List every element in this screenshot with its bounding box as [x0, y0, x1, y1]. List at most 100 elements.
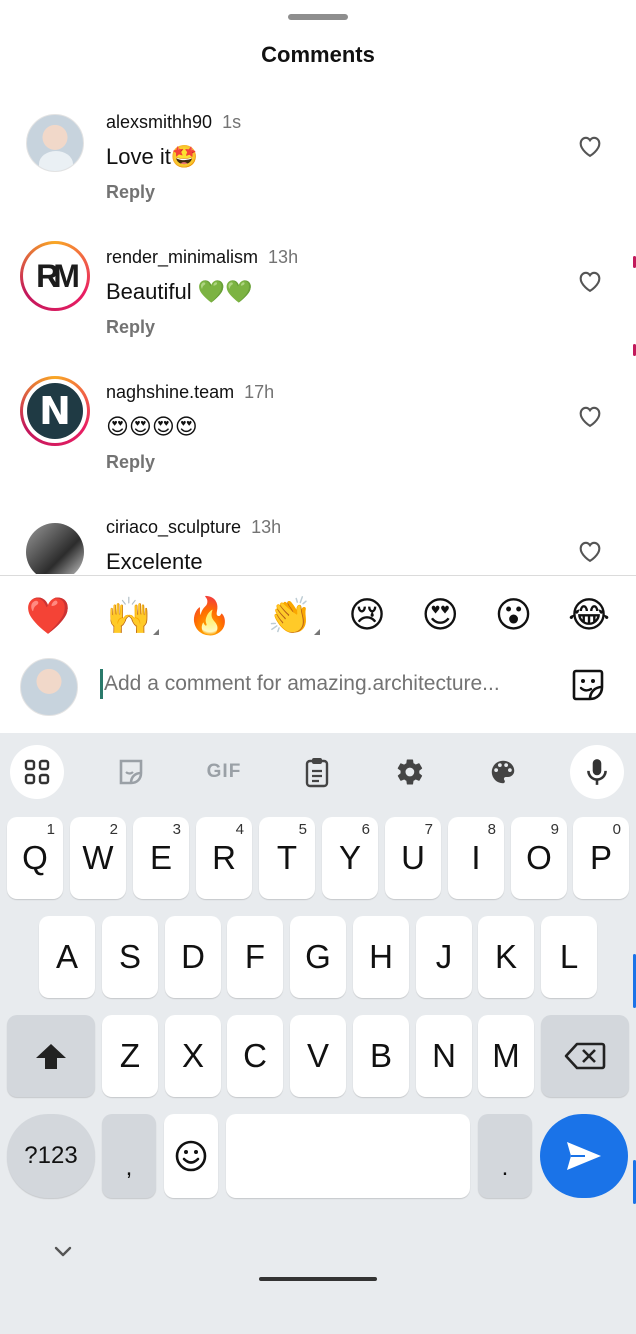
key-l[interactable]: L — [541, 916, 597, 998]
key-g[interactable]: G — [290, 916, 346, 998]
comment-meta: alexsmithh90 1s — [106, 112, 241, 133]
space-key[interactable] — [226, 1114, 470, 1198]
timestamp: 1s — [222, 112, 242, 132]
comment-meta: ciriaco_sculpture 13h — [106, 517, 281, 538]
key-t[interactable]: T5 — [259, 817, 315, 899]
comma-key[interactable]: , — [102, 1114, 156, 1198]
sticker-icon[interactable] — [568, 665, 608, 705]
key-d[interactable]: D — [165, 916, 221, 998]
clipboard-icon[interactable] — [290, 745, 344, 799]
quick-emoji-bar: ❤️ 🙌 🔥 👏 😢 😍 😮 😂 — [0, 575, 636, 655]
key-r[interactable]: R4 — [196, 817, 252, 899]
comments-list[interactable]: alexsmithh90 1s Love it🤩 Reply RM render_… — [0, 96, 636, 574]
keyboard: GIF Q1 W2 E3 R4 T5 Y6 U7 I8 O9 P0 A S D … — [0, 733, 636, 1334]
username[interactable]: render_minimalism — [106, 247, 258, 267]
my-avatar — [20, 658, 78, 716]
comment-text: Excelente — [106, 549, 203, 574]
comment-text: Love it🤩 — [106, 144, 199, 169]
reply-button[interactable]: Reply — [106, 182, 155, 203]
key-a[interactable]: A — [39, 916, 95, 998]
comment-item: RM render_minimalism 13h Beautiful 💚💚 Rep… — [0, 231, 636, 366]
comment-input[interactable] — [104, 667, 544, 701]
heart-icon[interactable] — [576, 537, 604, 565]
key-u[interactable]: U7 — [385, 817, 441, 899]
key-j[interactable]: J — [416, 916, 472, 998]
sheet-title: Comments — [261, 42, 375, 67]
emoji-key[interactable] — [164, 1114, 218, 1198]
apps-grid-icon[interactable] — [10, 745, 64, 799]
reply-button[interactable]: Reply — [106, 317, 155, 338]
comment-input-row — [0, 655, 636, 732]
emoji-raised-hands[interactable]: 🙌 — [106, 595, 160, 637]
heart-icon[interactable] — [576, 402, 604, 430]
username[interactable]: alexsmithh90 — [106, 112, 212, 132]
key-v[interactable]: V — [290, 1015, 346, 1097]
avatar[interactable]: N — [20, 376, 90, 446]
emoji-heart-eyes[interactable]: 😍 — [421, 595, 459, 636]
gif-icon[interactable]: GIF — [197, 745, 251, 799]
avatar[interactable]: RM — [20, 241, 90, 311]
send-icon — [567, 1142, 601, 1170]
key-e[interactable]: E3 — [133, 817, 189, 899]
key-w[interactable]: W2 — [70, 817, 126, 899]
key-k[interactable]: K — [478, 916, 534, 998]
avatar-logo: RM — [27, 248, 83, 304]
backspace-icon — [564, 1042, 606, 1070]
emoji-laughing[interactable]: 😂 — [568, 595, 610, 636]
key-q[interactable]: Q1 — [7, 817, 63, 899]
text-caret — [100, 669, 103, 699]
key-z[interactable]: Z — [102, 1015, 158, 1097]
username[interactable]: naghshine.team — [106, 382, 234, 402]
shift-icon — [36, 1044, 66, 1069]
timestamp: 13h — [251, 517, 282, 537]
key-c[interactable]: C — [227, 1015, 283, 1097]
emoji-heart[interactable]: ❤️ — [26, 595, 71, 637]
key-h[interactable]: H — [353, 916, 409, 998]
comment-item: N naghshine.team 17h 😍😍😍😍 Reply — [0, 366, 636, 501]
navigation-bar[interactable] — [259, 1277, 377, 1281]
key-x[interactable]: X — [165, 1015, 221, 1097]
comments-sheet: Comments alexsmithh90 1s Love it🤩 Reply R… — [0, 0, 636, 732]
avatar[interactable] — [26, 114, 84, 172]
key-m[interactable]: M — [478, 1015, 534, 1097]
key-s[interactable]: S — [102, 916, 158, 998]
period-key[interactable]: . — [478, 1114, 532, 1198]
heart-icon[interactable] — [576, 267, 604, 295]
emoji-crying[interactable]: 😢 — [348, 595, 386, 636]
key-i[interactable]: I8 — [448, 817, 504, 899]
key-b[interactable]: B — [353, 1015, 409, 1097]
emoji-surprised[interactable]: 😮 — [495, 595, 533, 636]
backspace-key[interactable] — [541, 1015, 629, 1097]
settings-icon[interactable] — [383, 745, 437, 799]
timestamp: 17h — [244, 382, 275, 402]
comment-item: ciriaco_sculpture 13h Excelente — [0, 501, 636, 574]
palette-icon[interactable] — [476, 745, 530, 799]
key-o[interactable]: O9 — [511, 817, 567, 899]
emoji-fire[interactable]: 🔥 — [187, 595, 232, 637]
timestamp: 13h — [268, 247, 299, 267]
send-key[interactable] — [540, 1114, 628, 1198]
symbols-key[interactable]: ?123 — [7, 1114, 95, 1198]
key-y[interactable]: Y6 — [322, 817, 378, 899]
drag-handle[interactable] — [288, 14, 348, 20]
comment-meta: naghshine.team 17h — [106, 382, 274, 403]
avatar-logo: N — [27, 383, 83, 439]
comment-text: 😍😍😍😍 — [106, 414, 198, 439]
keyboard-toolbar: GIF — [0, 733, 636, 805]
shift-key[interactable] — [7, 1015, 95, 1097]
key-p[interactable]: P0 — [573, 817, 629, 899]
comment-text: Beautiful 💚💚 — [106, 279, 253, 304]
comment-meta: render_minimalism 13h — [106, 247, 298, 268]
sticker-icon[interactable] — [104, 745, 158, 799]
mic-icon[interactable] — [570, 745, 624, 799]
key-n[interactable]: N — [416, 1015, 472, 1097]
comment-item: alexsmithh90 1s Love it🤩 Reply — [0, 96, 636, 231]
heart-icon[interactable] — [576, 132, 604, 160]
reply-button[interactable]: Reply — [106, 452, 155, 473]
emoji-clap[interactable]: 👏 — [268, 595, 321, 637]
username[interactable]: ciriaco_sculpture — [106, 517, 241, 537]
smiley-icon — [175, 1140, 207, 1172]
chevron-down-icon[interactable] — [50, 1239, 76, 1265]
key-f[interactable]: F — [227, 916, 283, 998]
avatar[interactable] — [26, 523, 84, 574]
